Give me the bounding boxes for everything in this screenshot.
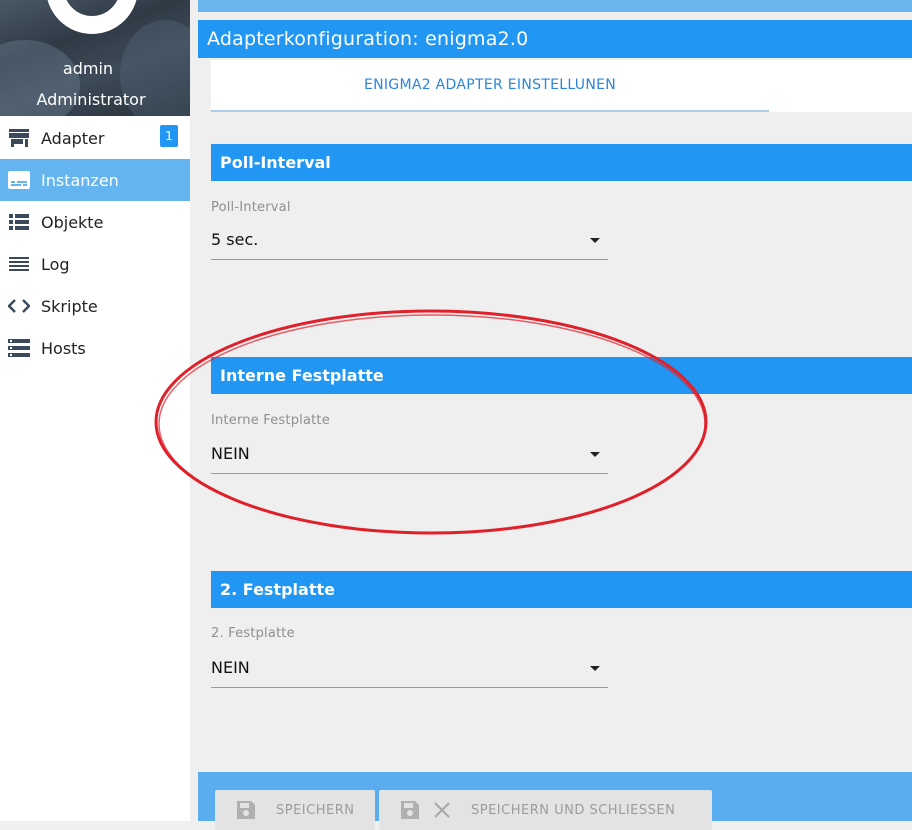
interne-festplatte-select[interactable]: NEIN <box>211 440 608 474</box>
interne-festplatte-label: Interne Festplatte <box>211 413 330 428</box>
dropdown-arrow-icon <box>590 452 600 457</box>
main-content: Adapterkonfiguration: enigma2.0 ENIGMA2 … <box>190 0 912 830</box>
sidebar-item-label: Skripte <box>41 296 98 316</box>
sidebar-item-skripte[interactable]: Skripte <box>0 285 190 327</box>
save-and-close-button[interactable]: SPEICHERN UND SCHLIESSEN <box>379 790 712 830</box>
section-header-zweite-festplatte: 2. Festplatte <box>211 571 912 608</box>
sidebar-item-label: Objekte <box>41 212 104 232</box>
save-icon <box>235 799 257 821</box>
footer-bar: SPEICHERN SPEICHERN UND SCHLIESSEN <box>198 772 912 830</box>
poll-interval-label: Poll-Interval <box>211 200 291 215</box>
lines-icon <box>7 252 31 276</box>
top-bar <box>198 0 912 12</box>
save-button-label: SPEICHERN <box>276 802 355 818</box>
user-name: admin <box>62 59 114 78</box>
user-panel: admin Administrator <box>0 0 190 116</box>
zweite-festplatte-select[interactable]: NEIN <box>211 654 608 688</box>
page-title: Adapterkonfiguration: enigma2.0 <box>198 20 912 58</box>
sidebar-item-label: Adapter <box>41 128 105 148</box>
store-icon <box>7 126 31 150</box>
avatar[interactable] <box>46 0 138 34</box>
sidebar-item-label: Instanzen <box>41 170 119 190</box>
save-icon <box>399 799 421 821</box>
sidebar-item-objekte[interactable]: Objekte <box>0 201 190 243</box>
save-and-close-button-label: SPEICHERN UND SCHLIESSEN <box>471 802 676 818</box>
save-button[interactable]: SPEICHERN <box>215 790 375 830</box>
sidebar-item-label: Log <box>41 254 70 274</box>
section-header-poll-interval: Poll-Interval <box>211 144 912 181</box>
zweite-festplatte-label: 2. Festplatte <box>211 626 295 641</box>
storage-icon <box>7 336 31 360</box>
sidebar: admin Administrator Adapter 1 Instanzen … <box>0 0 190 821</box>
sidebar-item-log[interactable]: Log <box>0 243 190 285</box>
sidebar-item-label: Hosts <box>41 338 86 358</box>
adapter-count-badge: 1 <box>160 125 178 147</box>
close-icon <box>431 799 453 821</box>
dropdown-arrow-icon <box>590 666 600 671</box>
sidebar-item-instanzen[interactable]: Instanzen <box>0 159 190 201</box>
dropdown-arrow-icon <box>590 238 600 243</box>
code-icon <box>7 294 31 318</box>
tab-enigma2-settings[interactable]: ENIGMA2 ADAPTER EINSTELLUNEN <box>211 60 769 112</box>
user-role: Administrator <box>36 90 146 109</box>
list-icon <box>7 210 31 234</box>
sidebar-item-adapter[interactable]: Adapter 1 <box>0 117 190 159</box>
section-header-interne-festplatte: Interne Festplatte <box>211 357 912 394</box>
poll-interval-select[interactable]: 5 sec. <box>211 226 608 260</box>
poll-interval-value: 5 sec. <box>211 230 259 249</box>
sidebar-item-hosts[interactable]: Hosts <box>0 327 190 369</box>
tab-bar: ENIGMA2 ADAPTER EINSTELLUNEN <box>211 60 912 112</box>
subtitles-icon <box>7 168 31 192</box>
zweite-festplatte-value: NEIN <box>211 658 250 677</box>
interne-festplatte-value: NEIN <box>211 444 250 463</box>
